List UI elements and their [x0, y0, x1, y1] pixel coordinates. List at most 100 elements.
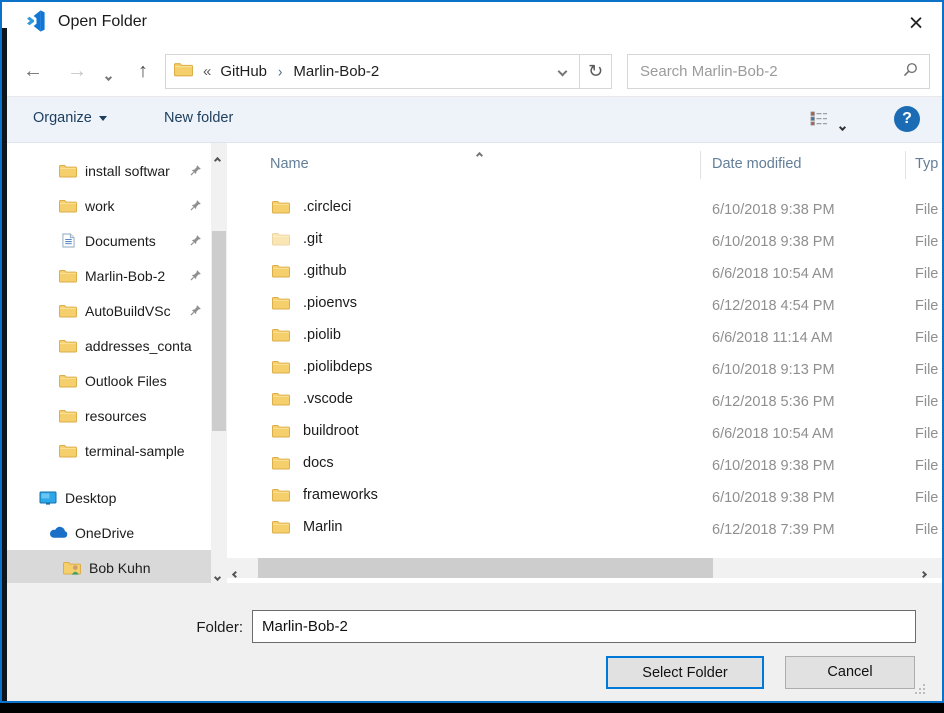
- folder-icon: [272, 200, 290, 214]
- sidebar-item-marlin-bob-2[interactable]: Marlin-Bob-2: [7, 258, 211, 293]
- sidebar-item-documents[interactable]: Documents: [7, 223, 211, 258]
- table-row[interactable]: frameworks 6/10/2018 9:38 PM File: [227, 483, 944, 515]
- sidebar-item-addresses-conta[interactable]: addresses_conta: [7, 328, 211, 363]
- title-bar: Open Folder ×: [0, 0, 944, 50]
- resize-grip[interactable]: [914, 683, 926, 695]
- table-row[interactable]: docs 6/10/2018 9:38 PM File: [227, 451, 944, 483]
- new-folder-button[interactable]: New folder: [164, 110, 233, 126]
- table-row[interactable]: .piolibdeps 6/10/2018 9:13 PM File: [227, 355, 944, 387]
- file-name-cell: Marlin: [272, 519, 342, 535]
- folder-field-label: Folder:: [178, 619, 243, 636]
- pin-icon: [190, 303, 202, 319]
- sidebar-item-install-softwar[interactable]: install softwar: [7, 153, 211, 188]
- userfolder-icon: [62, 561, 82, 575]
- file-name-cell: .vscode: [272, 391, 353, 407]
- horizontal-scrollbar-thumb[interactable]: [258, 558, 713, 578]
- sidebar-scrollbar[interactable]: [211, 143, 227, 583]
- sidebar-item-label: Desktop: [65, 490, 116, 506]
- file-name: .github: [303, 263, 347, 279]
- refresh-icon[interactable]: ↻: [579, 55, 611, 88]
- folder-icon: [272, 264, 290, 278]
- file-name: .piolib: [303, 327, 341, 343]
- open-folder-dialog: Open Folder × ← → ↑ « GitHub › Marlin-Bo…: [0, 0, 944, 703]
- file-type: File: [915, 202, 938, 218]
- file-name: .pioenvs: [303, 295, 357, 311]
- table-row[interactable]: .vscode 6/12/2018 5:36 PM File: [227, 387, 944, 419]
- table-row[interactable]: .piolib 6/6/2018 11:14 AM File: [227, 323, 944, 355]
- sidebar-item-terminal-sample[interactable]: terminal-sample: [7, 433, 211, 468]
- file-type: File: [915, 330, 938, 346]
- folder-icon: [58, 199, 78, 213]
- table-row[interactable]: buildroot 6/6/2018 10:54 AM File: [227, 419, 944, 451]
- sidebar-item-autobuildvsc[interactable]: AutoBuildVSc: [7, 293, 211, 328]
- pin-icon: [190, 163, 202, 179]
- breadcrumb-overflow[interactable]: «: [203, 63, 211, 80]
- help-button[interactable]: ?: [894, 106, 920, 132]
- column-header-name[interactable]: Name: [270, 156, 309, 172]
- close-icon[interactable]: ×: [894, 4, 938, 42]
- desktop-icon: [38, 491, 58, 505]
- folder-icon: [58, 164, 78, 178]
- table-row[interactable]: .circleci 6/10/2018 9:38 PM File: [227, 195, 944, 227]
- dialog-footer: Folder: Select Folder Cancel: [0, 583, 944, 703]
- breadcrumb-separator-icon[interactable]: ›: [278, 63, 282, 80]
- scroll-up-icon[interactable]: [215, 150, 220, 168]
- column-divider[interactable]: [700, 151, 701, 179]
- sidebar-item-label: addresses_conta: [85, 338, 192, 354]
- search-icon[interactable]: [902, 61, 919, 83]
- up-icon[interactable]: ↑: [128, 57, 158, 85]
- sidebar-item-bob-kuhn[interactable]: Bob Kuhn: [7, 550, 211, 583]
- sidebar-item-label: AutoBuildVSc: [85, 303, 171, 319]
- sidebar-item-desktop[interactable]: Desktop: [7, 480, 211, 515]
- vscode-logo-icon: [25, 9, 49, 33]
- back-icon[interactable]: ←: [18, 57, 48, 85]
- file-name-cell: .piolib: [272, 327, 341, 343]
- column-header-type[interactable]: Typ: [915, 156, 938, 172]
- address-folder-icon: [174, 62, 193, 82]
- file-type: File: [915, 426, 938, 442]
- folder-icon: [272, 232, 290, 246]
- folder-name-input[interactable]: [252, 610, 916, 643]
- file-name: .circleci: [303, 199, 351, 215]
- recent-locations-icon[interactable]: [106, 67, 111, 85]
- sidebar-item-work[interactable]: work: [7, 188, 211, 223]
- sidebar-item-onedrive[interactable]: OneDrive: [7, 515, 211, 550]
- pin-icon: [190, 198, 202, 214]
- horizontal-scrollbar[interactable]: [227, 558, 944, 578]
- scroll-right-icon[interactable]: [921, 564, 926, 582]
- column-divider[interactable]: [905, 151, 906, 179]
- address-dropdown-icon[interactable]: [545, 55, 579, 88]
- file-name-cell: docs: [272, 455, 334, 471]
- scroll-left-icon[interactable]: [233, 564, 238, 582]
- address-bar[interactable]: « GitHub › Marlin-Bob-2 ↻: [165, 54, 612, 89]
- file-name-cell: .piolibdeps: [272, 359, 372, 375]
- sort-caret-icon: [477, 145, 482, 163]
- file-type: File: [915, 266, 938, 282]
- select-folder-button[interactable]: Select Folder: [606, 656, 764, 689]
- details-view-icon[interactable]: [810, 111, 828, 131]
- sidebar-scrollbar-thumb[interactable]: [212, 231, 226, 431]
- view-options-caret-icon[interactable]: [840, 117, 845, 135]
- folder-icon: [58, 409, 78, 423]
- column-header-date-modified[interactable]: Date modified: [712, 156, 801, 172]
- window-edge-shadow: [2, 28, 7, 703]
- table-row[interactable]: .github 6/6/2018 10:54 AM File: [227, 259, 944, 291]
- table-row[interactable]: .pioenvs 6/12/2018 4:54 PM File: [227, 291, 944, 323]
- file-date-modified: 6/10/2018 9:38 PM: [712, 202, 835, 218]
- organize-button[interactable]: Organize: [33, 110, 107, 126]
- file-name-cell: .circleci: [272, 199, 351, 215]
- cancel-button[interactable]: Cancel: [785, 656, 915, 689]
- sidebar-item-outlook-files[interactable]: Outlook Files: [7, 363, 211, 398]
- file-date-modified: 6/10/2018 9:38 PM: [712, 234, 835, 250]
- sidebar-item-label: Outlook Files: [85, 373, 167, 389]
- breadcrumb-github[interactable]: GitHub: [220, 63, 267, 80]
- breadcrumb-marlin-bob-2[interactable]: Marlin-Bob-2: [293, 63, 379, 80]
- navigation-bar: ← → ↑ « GitHub › Marlin-Bob-2 ↻: [0, 50, 944, 94]
- file-date-modified: 6/6/2018 10:54 AM: [712, 426, 834, 442]
- table-row[interactable]: Marlin 6/12/2018 7:39 PM File: [227, 515, 944, 547]
- table-row[interactable]: .git 6/10/2018 9:38 PM File: [227, 227, 944, 259]
- file-type: File: [915, 458, 938, 474]
- organize-label: Organize: [33, 110, 92, 126]
- sidebar-item-resources[interactable]: resources: [7, 398, 211, 433]
- search-input[interactable]: [628, 63, 902, 80]
